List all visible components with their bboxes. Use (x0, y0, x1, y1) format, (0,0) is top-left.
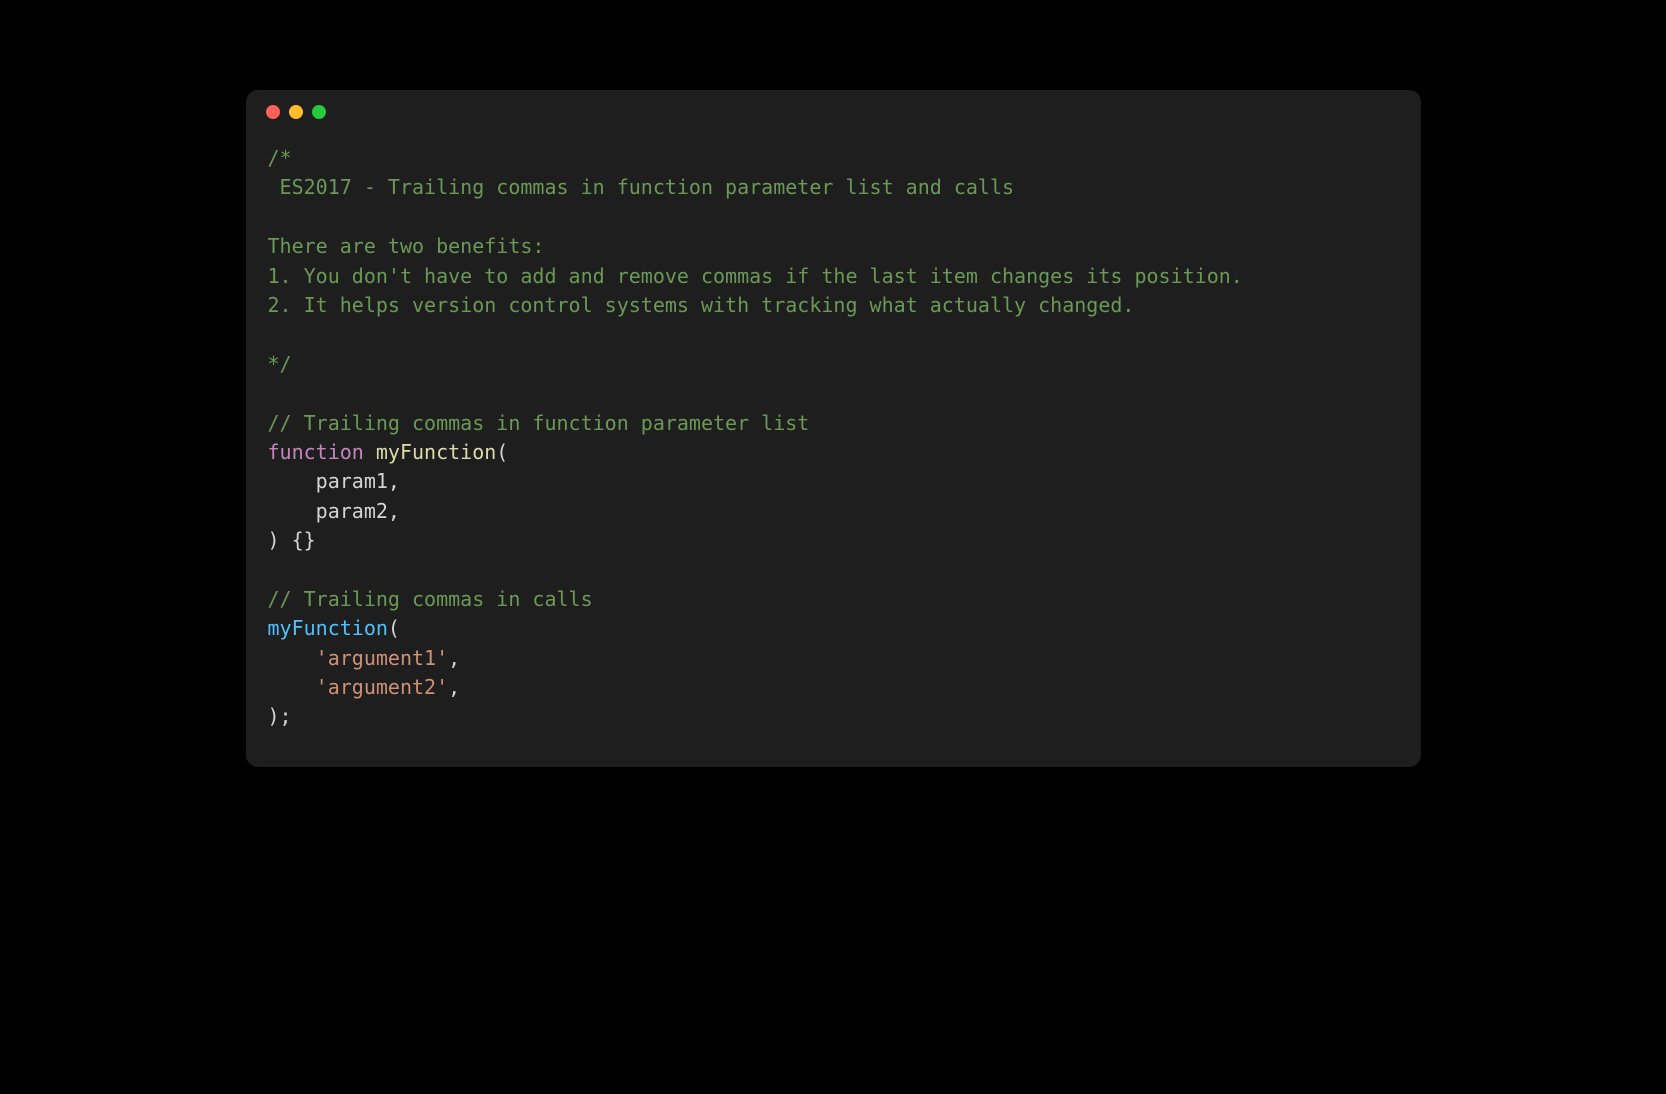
indent (268, 646, 316, 670)
string-arg: 'argument1' (316, 646, 448, 670)
param: param1 (316, 469, 388, 493)
close-icon[interactable] (266, 105, 280, 119)
block-comment-line: There are two benefits: (268, 234, 545, 258)
indent (268, 675, 316, 699)
function-call: myFunction (268, 616, 388, 640)
window-titlebar (246, 90, 1421, 134)
paren-close-body: ) {} (268, 528, 316, 552)
line-comment: // Trailing commas in function parameter… (268, 411, 810, 435)
code-editor[interactable]: /* ES2017 - Trailing commas in function … (246, 134, 1421, 767)
comma: , (388, 469, 400, 493)
comma: , (448, 675, 460, 699)
line-comment: // Trailing commas in calls (268, 587, 593, 611)
comma: , (388, 499, 400, 523)
call-close: ); (268, 704, 292, 728)
indent (268, 469, 316, 493)
string-arg: 'argument2' (316, 675, 448, 699)
keyword-function: function (268, 440, 364, 464)
paren-open: ( (388, 616, 400, 640)
block-comment-close: */ (268, 352, 292, 376)
param: param2 (316, 499, 388, 523)
function-name: myFunction (376, 440, 496, 464)
block-comment-line: 1. You don't have to add and remove comm… (268, 264, 1243, 288)
indent (268, 499, 316, 523)
minimize-icon[interactable] (289, 105, 303, 119)
zoom-icon[interactable] (312, 105, 326, 119)
block-comment-line: 2. It helps version control systems with… (268, 293, 1135, 317)
block-comment-open: /* (268, 146, 292, 170)
paren-open: ( (496, 440, 508, 464)
comma: , (448, 646, 460, 670)
block-comment-line: ES2017 - Trailing commas in function par… (268, 175, 1015, 199)
code-window: /* ES2017 - Trailing commas in function … (246, 90, 1421, 767)
